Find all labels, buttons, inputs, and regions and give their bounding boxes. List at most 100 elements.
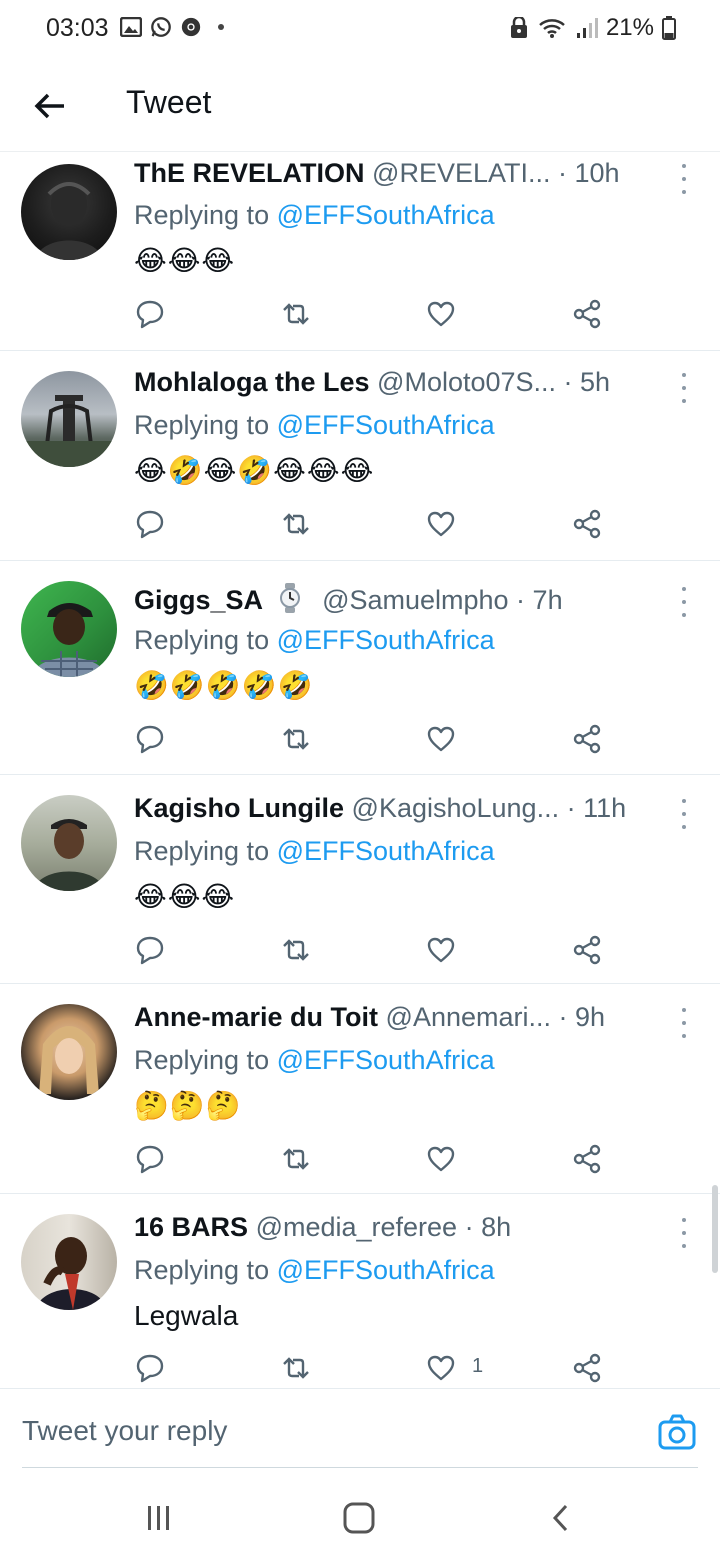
page-title: Tweet xyxy=(126,84,212,120)
scrollbar[interactable] xyxy=(712,1185,718,1273)
replying-handle-link[interactable]: @EFFSouthAfrica xyxy=(277,200,495,230)
tweet[interactable]: 16 BARS @media_referee · 8h Replying to … xyxy=(0,1194,720,1388)
more-icon[interactable] xyxy=(674,799,694,829)
tweet-actions xyxy=(134,933,614,967)
camera-button[interactable] xyxy=(658,1413,696,1451)
back-button[interactable] xyxy=(28,84,72,128)
replying-to: Replying to @EFFSouthAfrica xyxy=(134,410,495,440)
replying-handle-link[interactable]: @EFFSouthAfrica xyxy=(277,836,495,866)
retweet-button[interactable] xyxy=(279,722,313,756)
like-button[interactable] xyxy=(425,507,459,541)
tweet-text: 😂😂😂 xyxy=(134,244,236,277)
tweet-text: 🤔🤔🤔 xyxy=(134,1089,242,1122)
reply-button[interactable] xyxy=(134,1142,168,1176)
avatar[interactable] xyxy=(21,1004,117,1100)
watch-icon xyxy=(279,583,300,613)
tweet-author[interactable]: Giggs_SA xyxy=(134,585,263,615)
tweet-actions: 1 xyxy=(134,1351,614,1385)
avatar[interactable] xyxy=(21,581,117,677)
tweet-author[interactable]: Mohlaloga the Les xyxy=(134,367,370,397)
replying-to: Replying to @EFFSouthAfrica xyxy=(134,1255,495,1285)
avatar[interactable] xyxy=(21,795,117,891)
like-button[interactable] xyxy=(425,722,459,756)
tweet-handle-time: @REVELATI... · 10h xyxy=(372,158,620,188)
share-button[interactable] xyxy=(571,933,605,967)
like-button[interactable] xyxy=(425,1142,459,1176)
more-icon[interactable] xyxy=(674,1218,694,1248)
reply-button[interactable] xyxy=(134,507,168,541)
avatar[interactable] xyxy=(21,1214,117,1310)
more-icon[interactable] xyxy=(674,1008,694,1038)
reply-icon xyxy=(136,936,164,965)
tweet-author[interactable]: Anne-marie du Toit xyxy=(134,1002,378,1032)
like-button[interactable] xyxy=(425,933,459,967)
tweet-handle-time: @Samuelmpho · 7h xyxy=(322,585,563,615)
retweet-icon xyxy=(283,939,309,961)
retweet-button[interactable] xyxy=(279,1142,313,1176)
tweet-author[interactable]: Kagisho Lungile xyxy=(134,793,344,823)
tweet[interactable]: Anne-marie du Toit @Annemari... · 9h Rep… xyxy=(0,984,720,1194)
home-button[interactable] xyxy=(339,1498,379,1538)
reply-button[interactable] xyxy=(134,297,168,331)
reply-button[interactable] xyxy=(134,1351,168,1385)
avatar[interactable] xyxy=(21,164,117,260)
tweet[interactable]: Giggs_SA @Samuelmpho · 7h Replying to @E… xyxy=(0,561,720,775)
system-back-button[interactable] xyxy=(541,1498,581,1538)
camera-icon xyxy=(658,1414,696,1450)
status-time: 03:03 xyxy=(46,14,109,42)
reply-composer[interactable]: Tweet your reply xyxy=(0,1388,720,1468)
share-button[interactable] xyxy=(571,507,605,541)
tweet-author[interactable]: ThE REVELATION xyxy=(134,158,365,188)
reply-button[interactable] xyxy=(134,722,168,756)
share-icon xyxy=(573,935,601,965)
share-icon xyxy=(573,509,601,539)
share-icon xyxy=(573,1353,601,1383)
status-bar: 03:03 21% xyxy=(0,0,720,58)
replying-handle-link[interactable]: @EFFSouthAfrica xyxy=(277,1255,495,1285)
share-button[interactable] xyxy=(571,1142,605,1176)
reply-button[interactable] xyxy=(134,933,168,967)
like-icon xyxy=(427,726,455,752)
signal-icon xyxy=(576,17,598,39)
retweet-icon xyxy=(283,513,309,535)
reply-icon xyxy=(136,1145,164,1174)
home-icon xyxy=(343,1502,375,1534)
arrow-left-icon xyxy=(34,93,64,119)
more-icon[interactable] xyxy=(674,164,694,194)
whatsapp-icon xyxy=(150,16,172,38)
share-button[interactable] xyxy=(571,1351,605,1385)
retweet-icon xyxy=(283,1357,309,1379)
tweet[interactable]: Mohlaloga the Les @Moloto07S... · 5h Rep… xyxy=(0,351,720,561)
tweet-actions xyxy=(134,722,614,756)
more-icon[interactable] xyxy=(674,373,694,403)
tweet[interactable]: Kagisho Lungile @KagishoLung... · 11h Re… xyxy=(0,775,720,984)
share-button[interactable] xyxy=(571,297,605,331)
retweet-button[interactable] xyxy=(279,933,313,967)
share-button[interactable] xyxy=(571,722,605,756)
tweet-author[interactable]: 16 BARS xyxy=(134,1212,248,1242)
more-icon[interactable] xyxy=(674,587,694,617)
tweet-handle-time: @Moloto07S... · 5h xyxy=(377,367,611,397)
like-button[interactable] xyxy=(425,297,459,331)
tweet-handle-time: @KagishoLung... · 11h xyxy=(351,793,627,823)
tweet[interactable]: ThE REVELATION @REVELATI... · 10h Replyi… xyxy=(0,152,720,351)
tweet-actions xyxy=(134,1142,614,1176)
retweet-button[interactable] xyxy=(279,297,313,331)
tweet-text: 🤣🤣🤣🤣🤣 xyxy=(134,669,314,702)
replying-handle-link[interactable]: @EFFSouthAfrica xyxy=(277,410,495,440)
battery-percent: 21% xyxy=(605,14,654,41)
recent-apps-button[interactable] xyxy=(138,1498,178,1538)
retweet-button[interactable] xyxy=(279,1351,313,1385)
retweet-icon xyxy=(283,728,309,750)
lock-icon xyxy=(508,17,530,39)
like-button[interactable] xyxy=(425,1351,459,1385)
retweet-button[interactable] xyxy=(279,507,313,541)
reply-input[interactable]: Tweet your reply xyxy=(22,1415,227,1447)
avatar[interactable] xyxy=(21,371,117,467)
replying-handle-link[interactable]: @EFFSouthAfrica xyxy=(277,1045,495,1075)
retweet-icon xyxy=(283,303,309,325)
like-icon xyxy=(427,301,455,327)
replying-handle-link[interactable]: @EFFSouthAfrica xyxy=(277,625,495,655)
notification-dot xyxy=(218,24,224,30)
like-icon xyxy=(427,1146,455,1172)
